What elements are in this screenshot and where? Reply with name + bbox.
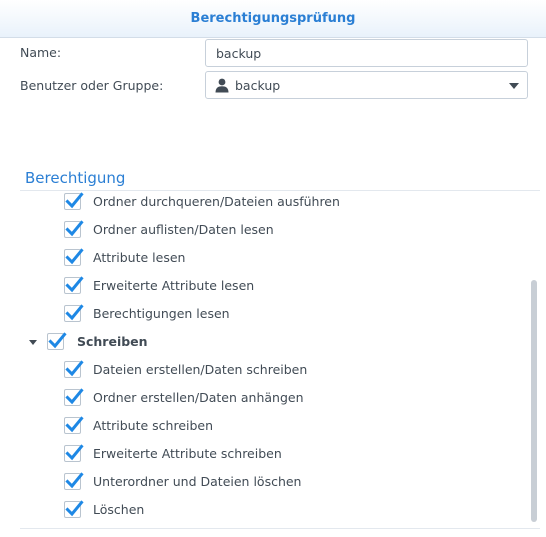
permission-label: Ordner durchqueren/Dateien ausführen xyxy=(93,194,340,209)
permission-tree[interactable]: Ordner durchqueren/Dateien ausführen Ordn… xyxy=(20,190,540,529)
permission-label: Berechtigungen lesen xyxy=(93,306,230,321)
user-group-select[interactable]: backup xyxy=(205,71,528,99)
checkmark-icon xyxy=(65,388,84,405)
permission-checkbox[interactable] xyxy=(64,192,84,210)
permission-checkbox[interactable] xyxy=(64,360,84,378)
permission-label: Dateien erstellen/Daten schreiben xyxy=(93,362,308,377)
permission-item[interactable]: Erweiterte Attribute lesen xyxy=(20,272,532,300)
permission-checkbox[interactable] xyxy=(64,444,84,462)
checkmark-icon xyxy=(65,304,84,321)
permission-label: Unterordner und Dateien löschen xyxy=(93,474,302,489)
user-group-value: backup xyxy=(235,78,281,93)
permission-item[interactable]: Unterordner und Dateien löschen xyxy=(20,468,532,496)
permission-checkbox[interactable] xyxy=(64,304,84,322)
checkmark-icon xyxy=(65,500,84,517)
permission-item[interactable]: Erweiterte Attribute schreiben xyxy=(20,440,532,468)
permission-group-label: Schreiben xyxy=(77,334,148,349)
permission-checkbox[interactable] xyxy=(64,500,84,518)
permission-item[interactable]: Ordner erstellen/Daten anhängen xyxy=(20,384,532,412)
permission-checkbox[interactable] xyxy=(64,472,84,490)
permission-checkbox[interactable] xyxy=(64,388,84,406)
permission-checkbox[interactable] xyxy=(64,416,84,434)
name-value: backup xyxy=(216,46,262,61)
permission-label: Löschen xyxy=(93,502,145,517)
checkmark-icon xyxy=(48,332,67,349)
permission-item[interactable]: Attribute schreiben xyxy=(20,412,532,440)
permission-label: Attribute schreiben xyxy=(93,418,214,433)
permission-checkbox[interactable] xyxy=(47,332,67,350)
dialog-title: Berechtigungsprüfung xyxy=(190,11,356,26)
checkmark-icon xyxy=(65,220,84,237)
checkmark-icon xyxy=(65,276,84,293)
permission-label: Attribute lesen xyxy=(93,250,186,265)
checkmark-icon xyxy=(65,360,84,377)
permission-group-schreiben[interactable]: Schreiben xyxy=(20,328,532,356)
permission-checkbox[interactable] xyxy=(64,248,84,266)
checkmark-icon xyxy=(65,444,84,461)
permission-item[interactable]: Löschen xyxy=(20,496,532,524)
user-group-label: Benutzer oder Gruppe: xyxy=(20,78,164,93)
checkmark-icon xyxy=(65,472,84,489)
permission-checkbox[interactable] xyxy=(64,220,84,238)
permission-item[interactable]: Berechtigungen lesen xyxy=(20,300,532,328)
permission-checkbox[interactable] xyxy=(64,276,84,294)
user-icon xyxy=(215,78,229,93)
triangle-down-icon[interactable] xyxy=(29,340,37,345)
permission-label: Erweiterte Attribute lesen xyxy=(93,278,255,293)
permission-item[interactable]: Attribute lesen xyxy=(20,244,532,272)
checkmark-icon xyxy=(65,416,84,433)
permission-label: Erweiterte Attribute schreiben xyxy=(93,446,282,461)
checkmark-icon xyxy=(65,192,84,209)
checkmark-icon xyxy=(65,248,84,265)
permission-label: Ordner erstellen/Daten anhängen xyxy=(93,390,304,405)
chevron-down-icon[interactable] xyxy=(509,83,519,89)
section-title-berechtigung: Berechtigung xyxy=(25,169,126,187)
name-label: Name: xyxy=(20,45,62,60)
permission-item[interactable]: Ordner durchqueren/Dateien ausführen xyxy=(20,191,532,216)
dialog-header: Berechtigungsprüfung xyxy=(0,0,546,38)
permission-item[interactable]: Ordner auflisten/Daten lesen xyxy=(20,216,532,244)
name-field[interactable]: backup xyxy=(205,39,528,67)
permission-item[interactable]: Dateien erstellen/Daten schreiben xyxy=(20,356,532,384)
permission-label: Ordner auflisten/Daten lesen xyxy=(93,222,274,237)
tree-scrollbar[interactable] xyxy=(531,280,537,522)
